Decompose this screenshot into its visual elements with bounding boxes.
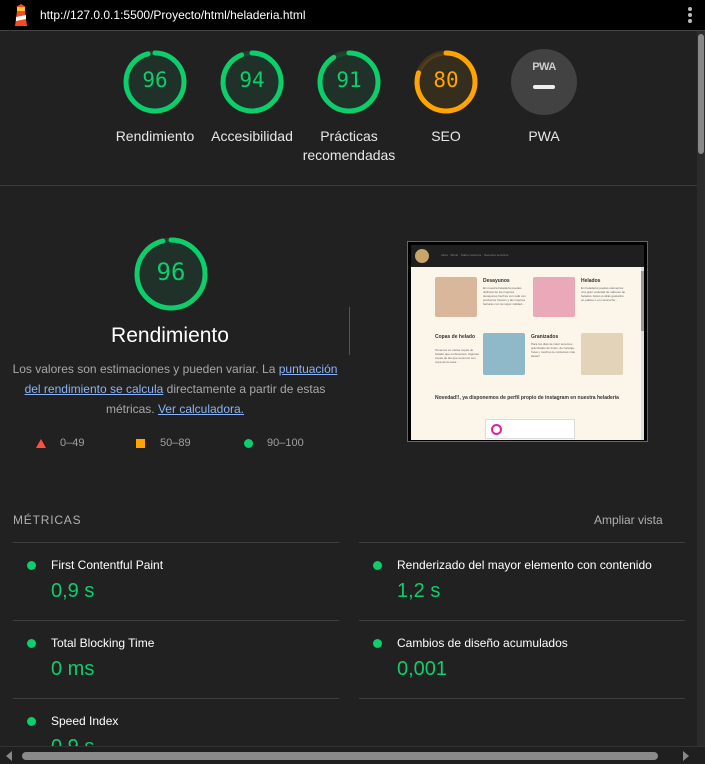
expand-view-toggle[interactable]: Ampliar vista [594,513,663,527]
vertical-scrollbar[interactable] [697,31,705,746]
report-content: 96 Rendimiento 94 Accesibilidad 91 Práct… [0,31,697,746]
gauge-label: Accesibilidad [211,128,293,144]
performance-score: 96 [156,258,186,286]
fail-triangle-icon [36,439,46,448]
gauge-score: 80 [433,68,459,92]
desayunos-photo [435,277,477,317]
pass-circle-icon [244,439,253,448]
scroll-left-arrow-icon[interactable] [6,751,12,761]
metric-name: First Contentful Paint [51,558,164,572]
page-url: http://127.0.0.1:5500/Proyecto/html/hela… [40,8,306,22]
browser-title-bar: http://127.0.0.1:5500/Proyecto/html/hela… [0,0,705,31]
legend-average: 50–89 [160,437,191,449]
gauge-score: 91 [336,68,362,92]
gauge-performance[interactable]: 96 Rendimiento [100,49,210,146]
section-divider [349,307,350,355]
more-options-icon[interactable] [687,6,693,24]
section-text: En nuestra heladería puedes disfrutar de… [483,286,526,306]
metric-value: 0,001 [397,658,448,680]
metric-value: 0,9 s [51,736,94,746]
gauge-seo[interactable]: 80 SEO [391,49,501,146]
average-square-icon [136,439,145,448]
scrollbar-thumb[interactable] [22,752,658,760]
section-title: Copas de helado [435,334,476,340]
pass-circle-icon [27,639,36,648]
horizontal-scrollbar[interactable] [0,746,705,764]
section-text: Para los días de calor tenemos granizado… [531,342,576,358]
screenshot-nav-links: Inicio · Menú · Sobre nosotros · Nuestro… [441,253,509,257]
gauge-score: 94 [239,68,265,92]
gauge-score: 96 [142,68,168,92]
section-title: Granizados [531,334,559,340]
helados-photo [533,277,575,317]
screenshot-scrollbar [641,267,644,440]
gauge-label: Prácticas recomendadas [302,128,396,163]
screenshot-logo-icon [415,249,429,263]
calculator-link[interactable]: Ver calculadora. [158,402,244,416]
score-legend: 0–49 50–89 90–100 [36,436,336,452]
category-gauges: 96 Rendimiento 94 Accesibilidad 91 Práct… [0,31,697,186]
pass-circle-icon [373,561,382,570]
desc-text: Los valores son estimaciones y pueden va… [12,362,279,376]
gauge-accessibility[interactable]: 94 Accesibilidad [197,49,307,146]
metric-value: 0,9 s [51,580,95,602]
legend-fail: 0–49 [60,437,85,449]
copas-photo [483,333,525,375]
metric-cls: Cambios de diseño acumulados 0,001 [359,620,685,698]
metric-fcp: First Contentful Paint 0,9 s [13,542,339,620]
gauge-label: PWA [528,128,560,144]
gauge-best-practices[interactable]: 91 Prácticas recomendadas [294,49,404,165]
performance-gauge: 96 [133,236,209,312]
pass-circle-icon [27,717,36,726]
pwa-badge-icon: PWA [511,49,577,115]
screenshot-page: Inicio · Menú · Sobre nosotros · Nuestro… [411,245,644,440]
metric-value: 1,2 s [397,580,441,602]
metric-divider [359,698,685,699]
section-text: Tenemos en varias copas de helado que os… [435,348,479,364]
screenshot-navbar: Inicio · Menú · Sobre nosotros · Nuestro… [411,245,644,267]
final-screenshot[interactable]: Inicio · Menú · Sobre nosotros · Nuestro… [407,241,648,442]
metric-name: Renderizado del mayor elemento con conte… [397,558,652,572]
metrics-heading: MÉTRICAS [13,513,82,527]
gauge-label: SEO [431,128,461,144]
metric-name: Speed Index [51,714,119,728]
screenshot-news: Novedad!!, ya disponemos de perfil propi… [435,395,619,401]
scroll-right-arrow-icon[interactable] [683,751,689,761]
pwa-badge-text: PWA [532,61,556,73]
instagram-card [485,419,575,439]
scrollbar-thumb[interactable] [698,34,704,154]
metric-name: Cambios de diseño acumulados [397,636,568,650]
metric-value: 0 ms [51,658,95,680]
pass-circle-icon [373,639,382,648]
instagram-icon [491,424,502,435]
granizados-photo [581,333,623,375]
metric-tbt: Total Blocking Time 0 ms [13,620,339,698]
performance-title: Rendimiento [111,324,229,347]
metric-speed-index: Speed Index 0,9 s [13,698,339,746]
gauge-pwa[interactable]: PWA PWA [489,49,599,146]
lighthouse-logo-icon [15,4,27,26]
legend-pass: 90–100 [267,437,304,449]
section-text: En heladeria puedes elementos una gran v… [581,286,626,302]
metric-name: Total Blocking Time [51,636,155,650]
metric-lcp: Renderizado del mayor elemento con conte… [359,542,685,620]
performance-description: Los valores son estimaciones y pueden va… [10,359,340,419]
section-title: Helados [581,278,601,284]
section-title: Desayunos [483,278,510,284]
gauge-label: Rendimiento [115,128,195,144]
pass-circle-icon [27,561,36,570]
